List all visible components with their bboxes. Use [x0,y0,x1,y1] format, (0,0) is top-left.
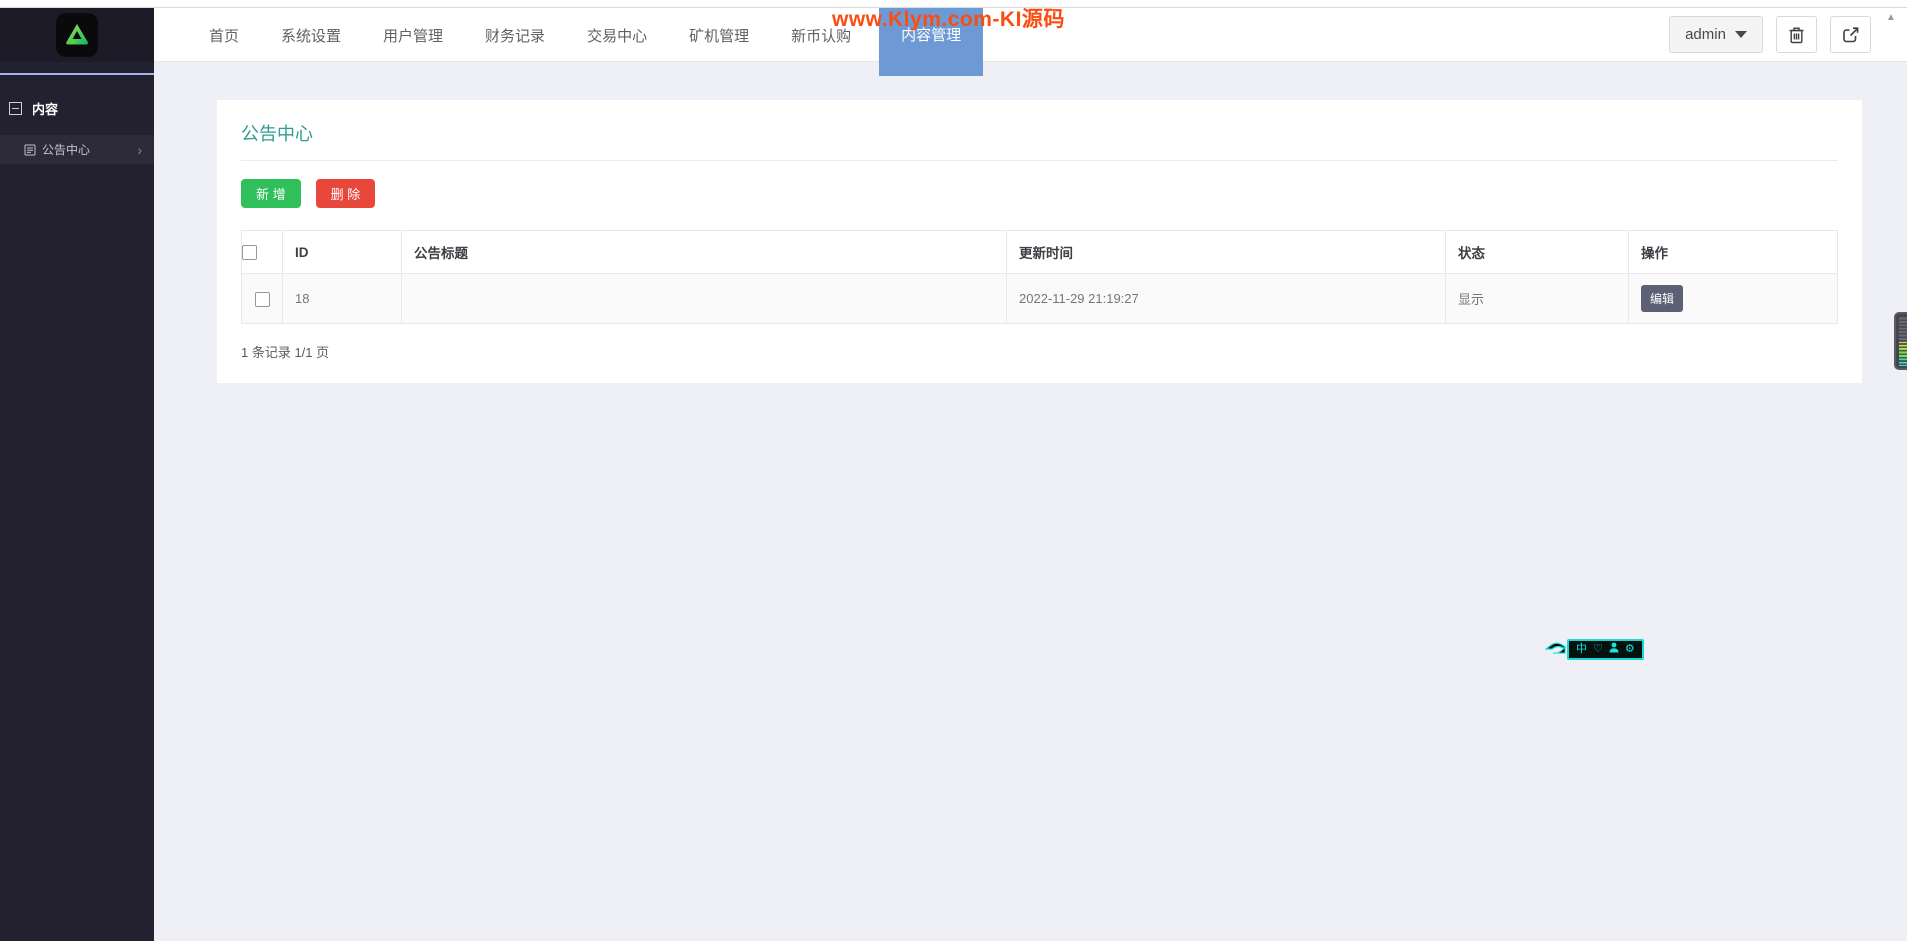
nav-item-home[interactable]: 首页 [209,25,239,46]
column-header-status: 状态 [1445,230,1629,274]
translate-zh-icon[interactable]: 中 [1576,643,1587,655]
sidebar-item-label: 公告中心 [42,143,91,157]
nav-item-user-management[interactable]: 用户管理 [383,25,443,46]
announcement-center-card: 公告中心 新 增 删 除 ID 公告标题 更新时间 状态 操作 18 2022-… [217,100,1862,383]
user-bust-icon[interactable] [1609,642,1619,656]
add-button[interactable]: 新 增 [241,179,301,208]
sidebar-item-announcement-center[interactable]: 公告中心 › [0,135,154,164]
column-header-updated: 更新时间 [1006,230,1446,274]
app-logo[interactable] [56,13,98,57]
toolbar: 新 增 删 除 [241,179,1838,208]
trash-button[interactable] [1776,16,1817,53]
delete-button[interactable]: 删 除 [315,179,376,208]
export-icon [1842,26,1858,42]
dropdown-caret-icon [1734,31,1747,38]
cell-title [401,273,1007,324]
table-row: 18 2022-11-29 21:19:27 显示 编辑 [241,273,1838,324]
sidebar: 内容 公告中心 › [0,62,154,941]
column-header-title: 公告标题 [401,230,1007,274]
logout-export-button[interactable] [1830,16,1871,53]
logo-a-icon [66,24,88,45]
scrollbar-minimap-widget[interactable] [1894,312,1907,370]
minimap-stripes [1899,316,1907,366]
nav-item-finance-records[interactable]: 财务记录 [485,25,545,46]
swoosh-bird-icon[interactable] [1545,638,1567,660]
page-title: 公告中心 [241,120,1838,161]
cell-status: 显示 [1445,273,1629,324]
logo-block [0,8,154,62]
settings-gear-icon[interactable]: ⚙ [1625,643,1635,655]
cell-updated-at: 2022-11-29 21:19:27 [1006,273,1446,324]
translate-widget-pill: 中 ♡ ⚙ [1567,638,1644,660]
admin-user-label: admin [1685,26,1726,43]
announcements-table: ID 公告标题 更新时间 状态 操作 18 2022-11-29 21:19:2… [241,230,1838,324]
row-checkbox[interactable] [254,291,270,307]
scroll-up-arrow-icon[interactable]: ▲ [1886,12,1896,23]
admin-user-menu[interactable]: admin [1669,16,1763,53]
column-header-id: ID [282,230,402,274]
watermark-text: www.Klym.com-KI源码 [832,8,1065,31]
sidebar-section-label: 内容 [32,102,59,117]
sidebar-section-content[interactable]: 内容 [0,75,154,118]
favorite-heart-icon[interactable]: ♡ [1593,643,1603,655]
nav-item-system-settings[interactable]: 系统设置 [281,25,341,46]
select-all-checkbox[interactable] [242,244,257,260]
chevron-right-icon: › [137,141,142,158]
edit-button[interactable]: 编辑 [1641,285,1684,312]
collapse-minus-icon [9,102,22,115]
document-list-icon [24,144,36,156]
cell-id: 18 [282,273,402,324]
nav-item-miner-management[interactable]: 矿机管理 [689,25,749,46]
nav-item-trade-center[interactable]: 交易中心 [587,25,647,46]
trash-icon [1789,27,1804,43]
column-header-actions: 操作 [1628,230,1838,274]
floating-translate-widget: 中 ♡ ⚙ [1545,638,1644,660]
pagination-summary: 1 条记录 1/1 页 [241,345,330,360]
table-header-row: ID 公告标题 更新时间 状态 操作 [241,230,1838,274]
